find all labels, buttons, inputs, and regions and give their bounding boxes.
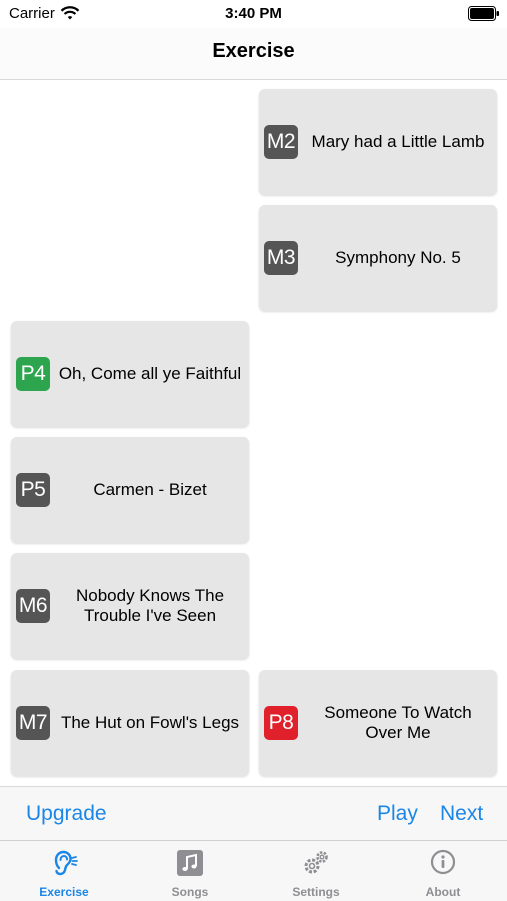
ear-icon [54,850,78,876]
status-bar: Carrier 3:40 PM [0,0,507,28]
exercise-badge: P4 [16,357,50,391]
exercise-title: Oh, Come all ye Faithful [58,364,242,383]
exercise-title: Nobody Knows The Trouble I've Seen [75,586,225,625]
tab-label: Exercise [39,885,89,899]
exercise-title: Mary had a Little Lamb [311,132,485,151]
tab-label: About [425,885,461,899]
status-time: 3:40 PM [225,5,282,22]
exercise-card-m2[interactable]: M2 Mary had a Little Lamb [259,89,497,195]
tab-label: Settings [292,885,340,899]
gears-icon [304,851,328,874]
tab-bar: Exercise Songs Settings About [0,840,507,901]
upgrade-button[interactable]: Upgrade [26,802,107,826]
exercise-badge: P8 [264,706,298,740]
exercise-title: The Hut on Fowl's Legs [60,713,240,732]
exercise-title: Carmen - Bizet [93,480,207,499]
page-title: Exercise [212,40,295,62]
exercise-card-p5[interactable]: P5 Carmen - Bizet [11,437,249,543]
exercise-badge: M7 [16,706,50,740]
exercise-badge: P5 [16,473,50,507]
tab-settings[interactable]: Settings [253,841,379,901]
next-button[interactable]: Next [440,802,483,826]
tab-exercise[interactable]: Exercise [1,841,127,901]
tab-label: Songs [171,885,209,899]
play-button[interactable]: Play [377,802,418,826]
exercise-title: Someone To Watch Over Me [324,703,472,742]
exercise-badge: M3 [264,241,298,275]
action-bar: Upgrade Play Next [0,786,507,841]
info-icon [430,849,456,875]
tab-about[interactable]: About [380,841,506,901]
battery-icon [468,6,499,21]
exercise-card-m3[interactable]: M3 Symphony No. 5 [259,205,497,311]
exercise-card-p4[interactable]: P4 Oh, Come all ye Faithful [11,321,249,427]
exercise-title: Symphony No. 5 [335,248,461,267]
exercise-badge: M6 [16,589,50,623]
tab-songs[interactable]: Songs [127,841,253,901]
exercise-card-p8[interactable]: P8 Someone To Watch Over Me [259,670,497,776]
navigation-bar: Exercise [0,28,507,80]
exercise-card-m7[interactable]: M7 The Hut on Fowl's Legs [11,670,249,776]
exercise-badge: M2 [264,125,298,159]
music-note-icon [177,850,203,876]
exercise-card-m6[interactable]: M6 Nobody Knows The Trouble I've Seen [11,553,249,659]
